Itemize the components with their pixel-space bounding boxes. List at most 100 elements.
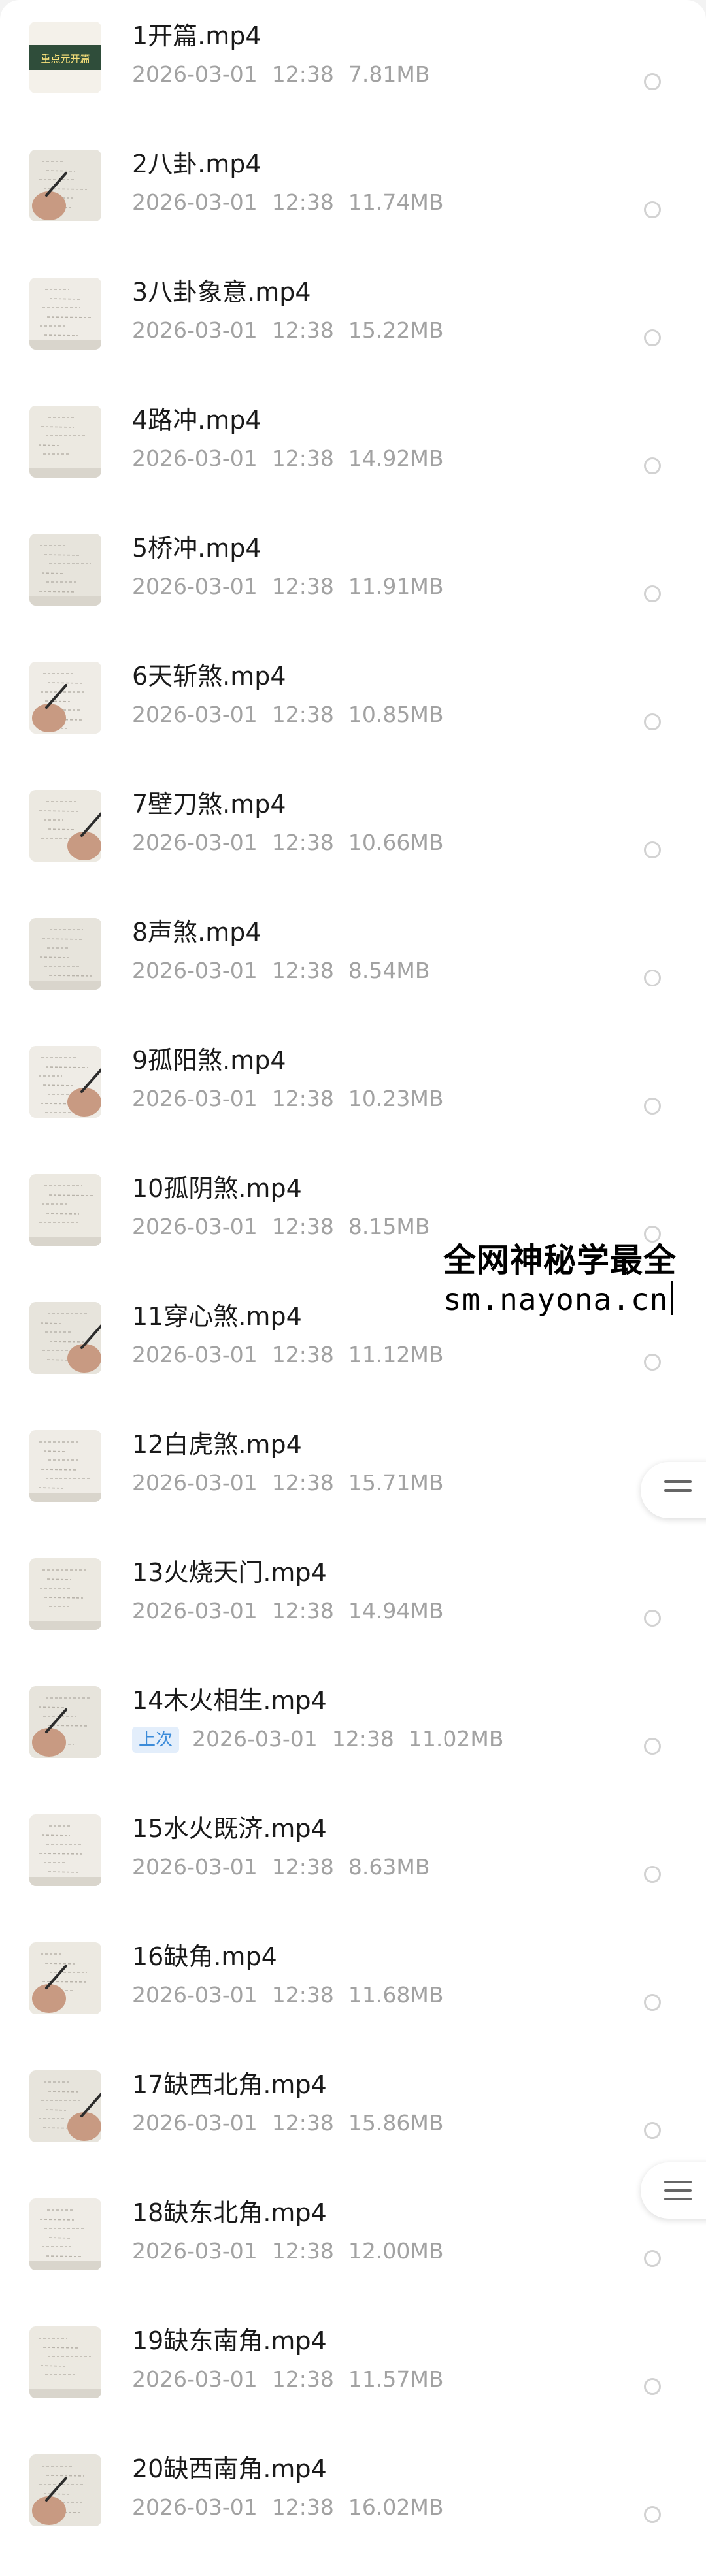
floating-menu-button[interactable]: [641, 2162, 706, 2219]
select-radio[interactable]: [644, 73, 661, 90]
file-meta: 2026-03-01 12:38 11.57MB: [132, 2365, 443, 2394]
select-radio[interactable]: [644, 1866, 661, 1883]
file-row[interactable]: 12白虎煞.mp4 2026-03-01 12:38 15.71MB: [0, 1409, 706, 1537]
video-thumbnail[interactable]: [29, 1686, 101, 1758]
select-radio[interactable]: [644, 713, 661, 730]
file-row[interactable]: 13火烧天门.mp4 2026-03-01 12:38 14.94MB: [0, 1537, 706, 1665]
file-row[interactable]: 6天斩煞.mp4 2026-03-01 12:38 10.85MB: [0, 640, 706, 768]
file-row[interactable]: 15水火既济.mp4 2026-03-01 12:38 8.63MB: [0, 1793, 706, 1921]
video-thumbnail[interactable]: [29, 406, 101, 478]
video-thumbnail[interactable]: [29, 1174, 101, 1246]
file-row[interactable]: 5桥冲.mp4 2026-03-01 12:38 11.91MB: [0, 512, 706, 640]
select-radio[interactable]: [644, 1610, 661, 1627]
file-size: 10.23MB: [348, 1086, 444, 1111]
file-row[interactable]: 2八卦.mp4 2026-03-01 12:38 11.74MB: [0, 128, 706, 256]
file-name: 12白虎煞.mp4: [132, 1430, 302, 1459]
last-played-badge: 上次: [132, 1727, 180, 1753]
file-row[interactable]: 9孤阳煞.mp4 2026-03-01 12:38 10.23MB: [0, 1024, 706, 1152]
file-name: 4路冲.mp4: [132, 406, 261, 434]
file-row[interactable]: 8声煞.mp4 2026-03-01 12:38 8.54MB: [0, 896, 706, 1024]
file-time: 12:38: [271, 1854, 334, 1880]
select-radio[interactable]: [644, 329, 661, 346]
file-size: 11.02MB: [408, 1726, 504, 1752]
file-meta: 2026-03-01 12:38 11.12MB: [132, 1341, 443, 1369]
file-row[interactable]: 4路冲.mp4 2026-03-01 12:38 14.92MB: [0, 384, 706, 512]
file-name: 7壁刀煞.mp4: [132, 790, 286, 819]
file-name: 2八卦.mp4: [132, 150, 261, 178]
file-size: 12.00MB: [348, 2238, 444, 2264]
video-thumbnail[interactable]: [29, 918, 101, 990]
file-row[interactable]: 19缺东南角.mp4 2026-03-01 12:38 11.57MB: [0, 2305, 706, 2433]
file-row[interactable]: 14木火相生.mp4 上次 2026-03-01 12:38 11.02MB: [0, 1665, 706, 1793]
select-radio[interactable]: [644, 585, 661, 602]
file-name: 5桥冲.mp4: [132, 534, 261, 562]
file-row[interactable]: 18缺东北角.mp4 2026-03-01 12:38 12.00MB: [0, 2177, 706, 2305]
file-date: 2026-03-01: [192, 1726, 318, 1752]
video-thumbnail-image: 重点元开篇: [29, 22, 101, 93]
video-thumbnail[interactable]: [29, 534, 101, 606]
file-meta: 2026-03-01 12:38 10.85MB: [132, 700, 443, 729]
select-radio[interactable]: [644, 1098, 661, 1115]
select-radio[interactable]: [644, 1354, 661, 1371]
file-row[interactable]: 3八卦象意.mp4 2026-03-01 12:38 15.22MB: [0, 256, 706, 384]
video-thumbnail[interactable]: [29, 1302, 101, 1374]
file-size: 11.91MB: [348, 574, 444, 599]
video-thumbnail[interactable]: [29, 2070, 101, 2142]
video-thumbnail-image: [29, 1942, 101, 2014]
video-thumbnail[interactable]: 重点元开篇: [29, 22, 101, 93]
file-date: 2026-03-01: [132, 1086, 258, 1111]
file-row[interactable]: 7壁刀煞.mp4 2026-03-01 12:38 10.66MB: [0, 768, 706, 896]
file-row[interactable]: 16缺角.mp4 2026-03-01 12:38 11.68MB: [0, 1921, 706, 2049]
video-thumbnail[interactable]: [29, 1558, 101, 1630]
watermark-line2: sm.nayona.cn: [443, 1280, 677, 1318]
file-size: 10.85MB: [348, 702, 444, 727]
file-date: 2026-03-01: [132, 2494, 258, 2520]
file-meta: 2026-03-01 12:38 14.94MB: [132, 1597, 443, 1625]
select-radio[interactable]: [644, 2122, 661, 2139]
select-radio[interactable]: [644, 2378, 661, 2395]
select-radio[interactable]: [644, 841, 661, 858]
video-thumbnail[interactable]: [29, 150, 101, 221]
video-thumbnail[interactable]: [29, 278, 101, 350]
file-date: 2026-03-01: [132, 1342, 258, 1367]
video-thumbnail[interactable]: [29, 2454, 101, 2526]
file-list-panel: 重点元开篇 1开篇.mp4 2026-03-01 12:38 7.81MB 2八卦.mp4…: [0, 0, 706, 2576]
file-name: 13火烧天门.mp4: [132, 1558, 327, 1587]
select-radio[interactable]: [644, 1994, 661, 2011]
select-radio[interactable]: [644, 2250, 661, 2267]
file-meta: 2026-03-01 12:38 8.54MB: [132, 956, 429, 985]
video-thumbnail-image: [29, 278, 101, 350]
file-row[interactable]: 重点元开篇 1开篇.mp4 2026-03-01 12:38 7.81MB: [0, 0, 706, 128]
video-thumbnail[interactable]: [29, 2198, 101, 2270]
floating-menu-button[interactable]: [641, 1462, 706, 1518]
video-thumbnail-image: [29, 2454, 101, 2526]
file-date: 2026-03-01: [132, 1854, 258, 1880]
file-time: 12:38: [271, 446, 334, 471]
file-name: 3八卦象意.mp4: [132, 278, 311, 306]
select-radio[interactable]: [644, 201, 661, 218]
file-time: 12:38: [271, 958, 334, 983]
file-time: 12:38: [271, 189, 334, 215]
select-radio[interactable]: [644, 1738, 661, 1755]
file-size: 11.74MB: [348, 189, 444, 215]
video-thumbnail-image: [29, 2070, 101, 2142]
select-radio[interactable]: [644, 457, 661, 474]
video-thumbnail[interactable]: [29, 1942, 101, 2014]
file-row[interactable]: 20缺西南角.mp4 2026-03-01 12:38 16.02MB: [0, 2433, 706, 2561]
file-name: 18缺东北角.mp4: [132, 2198, 327, 2227]
video-thumbnail[interactable]: [29, 2326, 101, 2398]
video-thumbnail[interactable]: [29, 662, 101, 734]
select-radio[interactable]: [644, 970, 661, 986]
file-date: 2026-03-01: [132, 2110, 258, 2136]
file-time: 12:38: [271, 1598, 334, 1623]
file-name: 9孤阳煞.mp4: [132, 1046, 286, 1075]
video-thumbnail-image: [29, 534, 101, 606]
file-time: 12:38: [331, 1726, 394, 1752]
video-thumbnail[interactable]: [29, 1046, 101, 1118]
video-thumbnail[interactable]: [29, 1814, 101, 1886]
select-radio[interactable]: [644, 2506, 661, 2523]
file-row[interactable]: 17缺西北角.mp4 2026-03-01 12:38 15.86MB: [0, 2049, 706, 2177]
video-thumbnail[interactable]: [29, 790, 101, 862]
video-thumbnail[interactable]: [29, 1430, 101, 1502]
video-thumbnail-image: [29, 1686, 101, 1758]
